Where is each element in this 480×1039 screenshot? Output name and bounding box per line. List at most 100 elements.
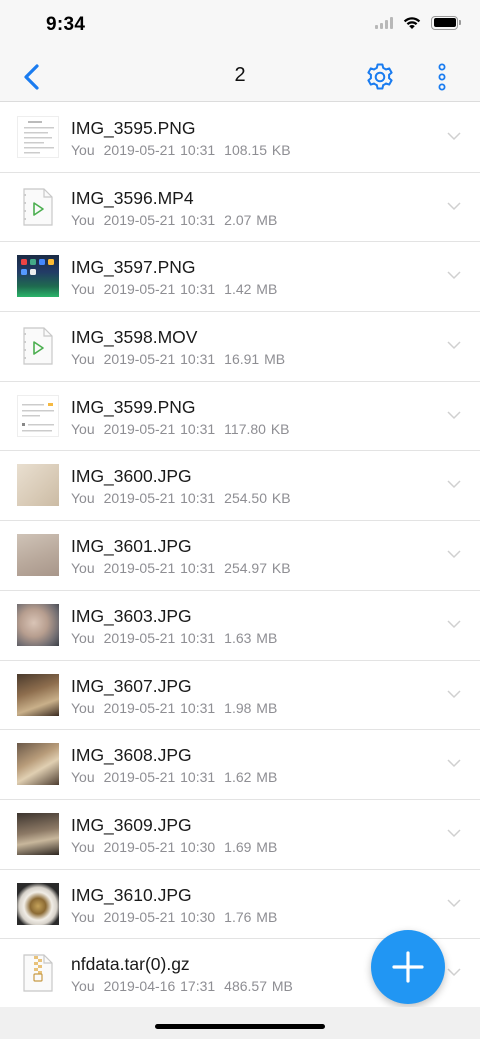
file-size: 2.07 MB [224, 211, 278, 228]
file-owner: You [71, 420, 95, 437]
file-meta: You 2019-04-16 17:31 486.57 MB [71, 978, 293, 994]
file-modified: 2019-04-16 17:31 [103, 978, 216, 995]
file-owner: You [71, 908, 95, 925]
file-name: IMG_3608.JPG [71, 745, 192, 766]
file-name: IMG_3600.JPG [71, 466, 192, 487]
nav-bar: 2 [0, 52, 480, 102]
file-name: IMG_3596.MP4 [71, 187, 194, 208]
file-name: IMG_3595.PNG [71, 118, 196, 138]
file-meta: You 2019-05-21 10:31 117.80 KB [71, 421, 290, 437]
chevron-down-icon[interactable] [447, 269, 461, 281]
file-row[interactable]: IMG_3608.JPG You 2019-05-21 10:31 1.62 MB [0, 730, 480, 800]
file-modified: 2019-05-21 10:31 [103, 629, 216, 646]
file-owner: You [71, 560, 95, 577]
file-row[interactable]: IMG_3603.JPG You 2019-05-21 10:31 1.63 MB [0, 590, 480, 661]
file-owner: You [71, 838, 95, 855]
file-thumbnail [17, 534, 59, 577]
file-owner: You [71, 281, 95, 298]
file-row[interactable]: IMG_3599.PNG You 2019-05-21 10:31 117.80 K… [0, 381, 480, 452]
chevron-down-icon[interactable] [447, 409, 461, 421]
file-size: 117.80 KB [224, 420, 290, 437]
status-time: 9:34 [46, 14, 86, 35]
file-row[interactable]: IMG_3600.JPG You 2019-05-21 10:31 254.50 K… [0, 451, 480, 522]
file-owner: You [71, 769, 95, 786]
file-row[interactable]: IMG_3597.PNG You 2019-05-21 10:31 1.42 MB [0, 242, 480, 313]
chevron-down-icon[interactable] [447, 827, 461, 839]
file-meta: You 2019-05-21 10:31 1.98 MB [71, 700, 277, 716]
file-meta: You 2019-05-21 10:31 1.63 MB [71, 630, 277, 646]
file-thumbnail [17, 603, 59, 646]
chevron-down-icon[interactable] [447, 478, 461, 490]
file-size: 1.76 MB [224, 908, 278, 925]
file-size: 1.63 MB [224, 629, 278, 646]
file-meta: You 2019-05-21 10:30 1.76 MB [71, 909, 277, 925]
file-name: IMG_3599.PNG [71, 396, 196, 417]
chevron-down-icon[interactable] [447, 130, 461, 142]
file-row[interactable]: IMG_3595.PNG You 2019-05-21 10:31 108.15 K… [0, 103, 480, 173]
file-thumbnail [17, 743, 59, 786]
home-indicator[interactable] [155, 1024, 325, 1029]
file-thumbnail [17, 394, 59, 437]
file-modified: 2019-05-21 10:30 [103, 838, 216, 855]
file-meta: You 2019-05-21 10:31 16.91 MB [71, 351, 285, 367]
file-name: IMG_3607.JPG [71, 675, 192, 696]
file-name: nfdata.tar(0).gz [71, 954, 190, 975]
file-name: IMG_3603.JPG [71, 605, 192, 626]
file-row[interactable]: IMG_3596.MP4 You 2019-05-21 10:31 2.07 MB [0, 172, 480, 243]
file-size: 1.69 MB [224, 838, 278, 855]
chevron-down-icon[interactable] [447, 548, 461, 560]
file-row[interactable]: IMG_3601.JPG You 2019-05-21 10:31 254.97 K… [0, 521, 480, 591]
file-meta: You 2019-05-21 10:31 1.62 MB [71, 769, 277, 785]
file-thumbnail [17, 464, 59, 507]
video-file-icon [17, 185, 59, 228]
file-row[interactable]: IMG_3607.JPG You 2019-05-21 10:31 1.98 MB [0, 660, 480, 731]
file-size: 16.91 MB [224, 351, 286, 368]
file-meta: You 2019-05-21 10:31 254.97 KB [71, 560, 291, 576]
file-name: IMG_3598.MOV [71, 327, 198, 348]
file-modified: 2019-05-21 10:31 [103, 211, 216, 228]
file-owner: You [71, 629, 95, 646]
file-owner: You [71, 142, 95, 158]
zip-archive-icon [17, 952, 59, 994]
file-row[interactable]: IMG_3609.JPG You 2019-05-21 10:30 1.69 MB [0, 799, 480, 870]
file-size: 1.62 MB [224, 769, 278, 786]
file-row[interactable]: IMG_3610.JPG You 2019-05-21 10:30 1.76 MB [0, 869, 480, 940]
file-name: IMG_3609.JPG [71, 814, 192, 835]
add-button[interactable] [371, 930, 445, 1004]
chevron-down-icon[interactable] [447, 688, 461, 700]
chevron-down-icon[interactable] [447, 966, 461, 978]
gear-icon[interactable] [364, 61, 396, 93]
file-thumbnail [17, 116, 59, 158]
file-size: 486.57 MB [224, 978, 293, 995]
video-file-icon [17, 325, 59, 368]
file-modified: 2019-05-21 10:30 [103, 908, 216, 925]
chevron-down-icon[interactable] [447, 897, 461, 909]
file-modified: 2019-05-21 10:31 [103, 142, 216, 158]
screen: 9:34 2 IMG_3595.PNG You 2019-05-21 10:31… [0, 0, 480, 1039]
file-modified: 2019-05-21 10:31 [103, 769, 216, 786]
file-size: 1.98 MB [224, 699, 278, 716]
file-name: IMG_3597.PNG [71, 257, 196, 278]
wifi-icon [403, 17, 421, 29]
chevron-down-icon[interactable] [447, 339, 461, 351]
file-size: 1.42 MB [224, 281, 278, 298]
vertical-ellipsis-icon[interactable] [430, 61, 454, 93]
file-meta: You 2019-05-21 10:31 254.50 KB [71, 490, 291, 506]
file-owner: You [71, 351, 95, 368]
chevron-down-icon[interactable] [447, 200, 461, 212]
file-thumbnail [17, 882, 59, 925]
file-thumbnail [17, 812, 59, 855]
file-meta: You 2019-05-21 10:31 2.07 MB [71, 212, 277, 228]
file-meta: You 2019-05-21 10:31 1.42 MB [71, 281, 277, 297]
file-list: IMG_3595.PNG You 2019-05-21 10:31 108.15 K… [0, 103, 480, 1009]
file-size: 254.50 KB [224, 490, 291, 507]
file-modified: 2019-05-21 10:31 [103, 699, 216, 716]
file-owner: You [71, 490, 95, 507]
status-bar: 9:34 [0, 0, 480, 52]
file-owner: You [71, 978, 95, 995]
file-thumbnail [17, 255, 59, 298]
file-owner: You [71, 211, 95, 228]
chevron-down-icon[interactable] [447, 757, 461, 769]
chevron-down-icon[interactable] [447, 618, 461, 630]
file-row[interactable]: IMG_3598.MOV You 2019-05-21 10:31 16.91 MB [0, 312, 480, 382]
